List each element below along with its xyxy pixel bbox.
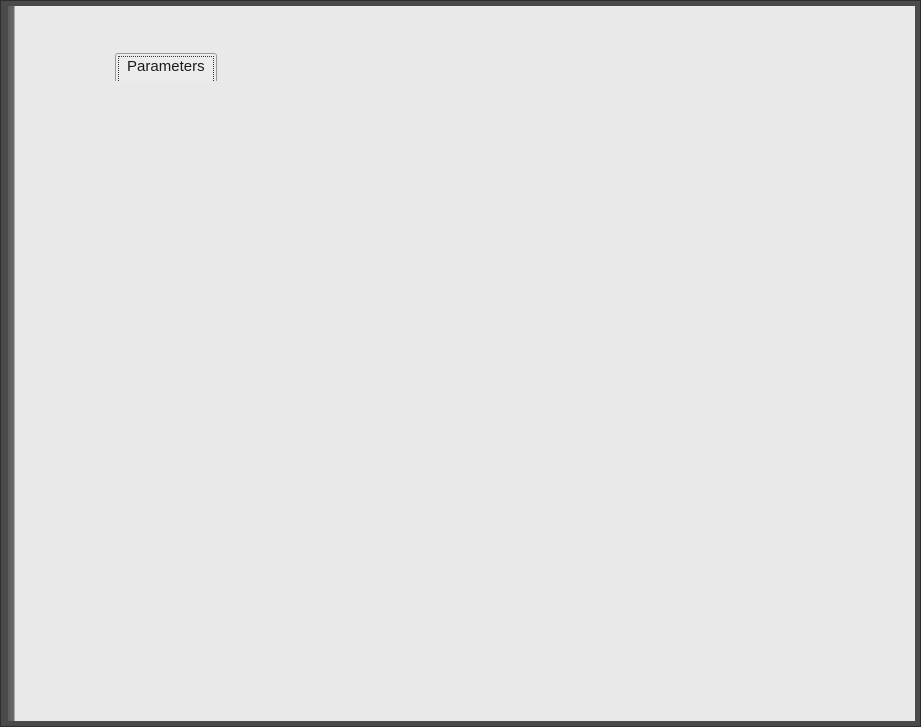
param-row-offset: Offset [18, 248, 904, 278]
scroll-right-arrow-icon[interactable]: › [881, 591, 904, 612]
netlist-template-text: @DESIGNATOR %1 %2 ?"DC MAGNITUDE"|DC @"D… [25, 536, 758, 552]
param-label-ac-phase: AC Phase [54, 213, 122, 230]
param-input-damping-factor[interactable] [219, 412, 439, 441]
param-label-damping-factor: Damping Factor [54, 418, 161, 435]
parameters-panel: Component parameter DC Magnitude AC Magn… [17, 80, 905, 509]
tab-parameters[interactable]: Parameters [115, 53, 217, 81]
netlist-horizontal-scrollbar[interactable]: ‹ › [17, 591, 905, 614]
param-row-ac-magnitude: AC Magnitude [18, 166, 904, 196]
param-row-dc-magnitude: DC Magnitude [18, 125, 904, 155]
param-label-delay: Delay [54, 377, 93, 394]
param-input-amplitude[interactable] [219, 289, 439, 318]
scrollbar-thumb[interactable] [45, 592, 357, 611]
param-checkbox-delay[interactable] [525, 375, 546, 396]
param-input-dc-magnitude[interactable] [219, 125, 439, 154]
param-label-ac-magnitude: AC Magnitude [54, 172, 150, 189]
component-parameter-header: Component parameter [459, 101, 610, 118]
param-label-frequency: Frequency [54, 336, 125, 353]
param-row-amplitude: Amplitude [18, 289, 904, 319]
ok-button[interactable]: OK [646, 674, 764, 705]
cancel-button[interactable]: Cancel [780, 674, 898, 705]
param-checkbox-phase[interactable] [525, 457, 546, 478]
netlist-template-textarea[interactable]: @DESIGNATOR %1 %2 ?"DC MAGNITUDE"|DC @"D… [17, 519, 905, 589]
param-input-ac-phase[interactable] [219, 207, 439, 236]
param-label-dc-magnitude: DC Magnitude [54, 131, 150, 148]
param-checkbox-dc-magnitude[interactable] [525, 129, 546, 150]
param-row-phase: Phase [18, 453, 904, 483]
bottom-tab-netlist-preview[interactable]: Netlist Preview [152, 617, 274, 644]
window-title: Sim Model - Voltage Source / Sinusoidal [32, 11, 522, 35]
bottom-tab-netlist-template[interactable]: Netlist Template [17, 617, 154, 644]
param-row-damping-factor: Damping Factor [18, 412, 904, 442]
param-input-frequency[interactable] [219, 330, 439, 359]
param-input-ac-magnitude[interactable] [219, 166, 439, 195]
title-bar: Sim Model - Voltage Source / Sinusoidal … [8, 6, 915, 44]
bottom-tab-strip: Netlist Template Netlist Preview Model F… [17, 617, 365, 645]
close-icon[interactable]: ✕ [878, 10, 908, 40]
bottom-tab-model-file[interactable]: Model File [272, 617, 365, 644]
sim-model-dialog: Sim Model - Voltage Source / Sinusoidal … [0, 0, 921, 727]
footer-bar: OK Cancel [8, 657, 915, 721]
param-checkbox-offset[interactable] [525, 252, 546, 273]
param-label-amplitude: Amplitude [54, 295, 121, 312]
param-input-delay[interactable] [219, 371, 439, 400]
param-input-offset[interactable] [219, 248, 439, 277]
param-input-phase[interactable] [219, 453, 439, 482]
param-checkbox-ac-phase[interactable] [525, 211, 546, 232]
param-checkbox-amplitude[interactable] [525, 293, 546, 314]
param-row-delay: Delay [18, 371, 904, 401]
param-row-frequency: Frequency [18, 330, 904, 360]
scrollbar-thumb-grip [192, 597, 210, 608]
param-label-phase: Phase [54, 459, 97, 476]
tab-parameters-label: Parameters [127, 58, 205, 75]
scroll-left-arrow-icon[interactable]: ‹ [18, 591, 41, 612]
param-checkbox-damping-factor[interactable] [525, 416, 546, 437]
tab-port-map[interactable]: Port Map [215, 55, 301, 81]
param-row-ac-phase: AC Phase [18, 207, 904, 237]
param-checkbox-ac-magnitude[interactable] [525, 170, 546, 191]
tab-model-kind[interactable]: Model Kind [17, 55, 117, 81]
param-checkbox-frequency[interactable] [525, 334, 546, 355]
param-label-offset: Offset [54, 254, 94, 271]
top-tab-strip: Model Kind Parameters Port Map [17, 53, 301, 81]
